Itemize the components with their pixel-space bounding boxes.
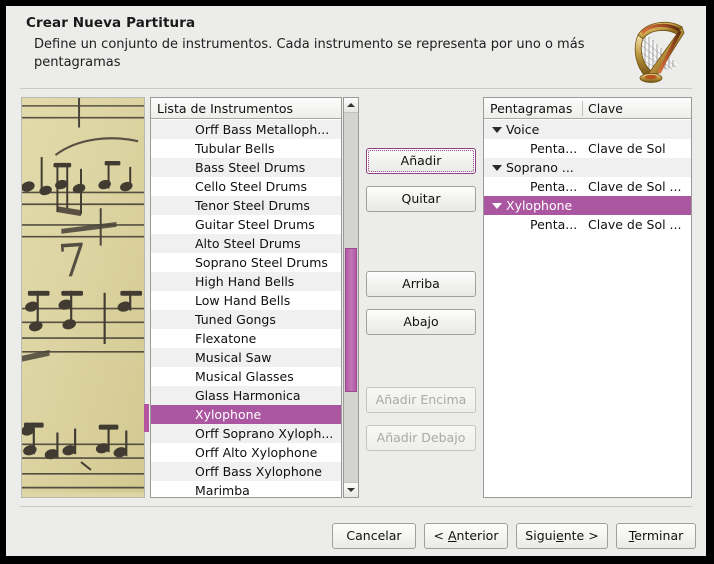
back-button[interactable]: < Anterior bbox=[424, 523, 508, 549]
instrument-list-item[interactable]: Bass Steel Drums bbox=[151, 158, 341, 177]
tree-staff-row[interactable]: Penta... Clave de Sol bbox=[484, 139, 691, 158]
staves-tree-header: Pentagramas Clave bbox=[484, 98, 691, 119]
scroll-up-button[interactable] bbox=[344, 98, 358, 113]
scroll-down-button[interactable] bbox=[344, 482, 358, 497]
button-label: Abajo bbox=[403, 314, 439, 329]
finish-button[interactable]: Terminar bbox=[616, 523, 696, 549]
scrollbar-thumb[interactable] bbox=[345, 248, 357, 392]
instrument-list-header[interactable]: Lista de Instrumentos bbox=[151, 98, 341, 119]
instrument-list-item[interactable]: Tenor Steel Drums bbox=[151, 196, 341, 215]
score-scrollbar-track[interactable] bbox=[144, 97, 149, 498]
tree-group-row[interactable]: Voice bbox=[484, 120, 691, 139]
tree-staff-label: Penta... bbox=[530, 217, 578, 232]
instrument-list-item[interactable]: Tuned Gongs bbox=[151, 310, 341, 329]
instrument-list-item[interactable]: Alto Steel Drums bbox=[151, 234, 341, 253]
tree-clef-label: Clave de Sol bbox=[588, 141, 666, 156]
instrument-list-panel: Lista de Instrumentos Orff Bass Metallop… bbox=[150, 97, 342, 498]
anadir-button[interactable]: Añadir bbox=[366, 148, 476, 174]
column-divider[interactable] bbox=[582, 101, 583, 116]
tree-group-label: Xylophone bbox=[506, 198, 573, 213]
instrument-list-item[interactable]: Musical Glasses bbox=[151, 367, 341, 386]
next-button[interactable]: Siguiente > bbox=[516, 523, 608, 549]
instrument-list-scrollbar[interactable] bbox=[343, 97, 359, 498]
expander-open-icon[interactable] bbox=[492, 165, 502, 171]
tree-clef-label: Clave de Sol ... bbox=[588, 179, 682, 194]
staves-tree-rows[interactable]: Voice Penta... Clave de Sol Soprano ... Pent… bbox=[484, 120, 691, 234]
tree-staff-row[interactable]: Penta... Clave de Sol ... bbox=[484, 215, 691, 234]
button-label: Añadir Encima bbox=[375, 392, 467, 407]
arriba-button[interactable]: Arriba bbox=[366, 271, 476, 297]
tree-staff-label: Penta... bbox=[530, 141, 578, 156]
instrument-list-item[interactable]: Tubular Bells bbox=[151, 139, 341, 158]
instrument-list-item[interactable]: Low Hand Bells bbox=[151, 291, 341, 310]
column-header-clave[interactable]: Clave bbox=[588, 98, 623, 119]
instrument-list-item[interactable]: Guitar Steel Drums bbox=[151, 215, 341, 234]
score-scrollbar-thumb[interactable] bbox=[144, 404, 149, 432]
instrument-list-item[interactable]: Xylophone bbox=[151, 405, 341, 424]
instrument-list-item[interactable]: Orff Soprano Xyloph... bbox=[151, 424, 341, 443]
anadir-encima-button: Añadir Encima bbox=[366, 387, 476, 413]
button-label: Arriba bbox=[402, 276, 440, 291]
tree-group-row[interactable]: Soprano ... bbox=[484, 158, 691, 177]
scrollbar-track[interactable] bbox=[344, 113, 358, 482]
instrument-list-rows[interactable]: Orff Bass Metalloph... Tubular Bells Bass … bbox=[151, 120, 341, 497]
button-label: Quitar bbox=[401, 191, 441, 206]
anadir-debajo-button: Añadir Debajo bbox=[366, 425, 476, 451]
svg-text:7: 7 bbox=[56, 233, 88, 288]
instrument-list-item[interactable]: Musical Saw bbox=[151, 348, 341, 367]
expander-open-icon[interactable] bbox=[492, 203, 502, 209]
dialog-window: Crear Nueva Partitura Define un conjunto… bbox=[6, 6, 706, 556]
staves-tree-panel: Pentagramas Clave Voice Penta... Clave de … bbox=[483, 97, 692, 498]
tree-staff-row[interactable]: Penta... Clave de Sol ... bbox=[484, 177, 691, 196]
expander-open-icon[interactable] bbox=[492, 127, 502, 133]
instrument-list-item[interactable]: Orff Bass Metalloph... bbox=[151, 120, 341, 139]
instrument-list-item[interactable]: Glass Harmonica bbox=[151, 386, 341, 405]
header-separator bbox=[20, 88, 692, 89]
instrument-list-item[interactable]: Marimba bbox=[151, 481, 341, 497]
chevron-up-icon bbox=[347, 103, 355, 107]
tree-staff-label: Penta... bbox=[530, 179, 578, 194]
instrument-list-item[interactable]: Orff Bass Xylophone bbox=[151, 462, 341, 481]
tree-group-row[interactable]: Xylophone bbox=[484, 196, 691, 215]
tree-group-label: Soprano ... bbox=[506, 160, 574, 175]
harp-icon bbox=[634, 21, 685, 83]
dialog-header: Crear Nueva Partitura Define un conjunto… bbox=[6, 6, 706, 89]
quitar-button[interactable]: Quitar bbox=[366, 186, 476, 212]
tree-clef-label: Clave de Sol ... bbox=[588, 217, 682, 232]
page-title: Crear Nueva Partitura bbox=[26, 15, 196, 31]
footer-separator bbox=[20, 506, 692, 507]
mnemonic-letter: T bbox=[628, 528, 635, 543]
tree-group-label: Voice bbox=[506, 122, 540, 137]
mnemonic-letter: e bbox=[556, 528, 564, 543]
mnemonic-letter: A bbox=[447, 528, 457, 543]
instrument-list-item[interactable]: High Hand Bells bbox=[151, 272, 341, 291]
score-decoration-image: 7 bbox=[21, 97, 145, 498]
instrument-list-item[interactable]: Flexatone bbox=[151, 329, 341, 348]
abajo-button[interactable]: Abajo bbox=[366, 309, 476, 335]
instrument-list-item[interactable]: Cello Steel Drums bbox=[151, 177, 341, 196]
button-label: Añadir Debajo bbox=[376, 430, 466, 445]
page-subtitle: Define un conjunto de instrumentos. Cada… bbox=[34, 37, 585, 70]
cancel-button[interactable]: Cancelar bbox=[332, 523, 416, 549]
instrument-list-item[interactable]: Soprano Steel Drums bbox=[151, 253, 341, 272]
focus-ring bbox=[368, 150, 474, 172]
column-header-pentagramas[interactable]: Pentagramas bbox=[490, 98, 572, 119]
list-action-buttons: Añadir Quitar Arriba Abajo Añadir Encima Añad… bbox=[366, 97, 478, 498]
instrument-list-item[interactable]: Orff Alto Xylophone bbox=[151, 443, 341, 462]
chevron-down-icon bbox=[347, 488, 355, 492]
